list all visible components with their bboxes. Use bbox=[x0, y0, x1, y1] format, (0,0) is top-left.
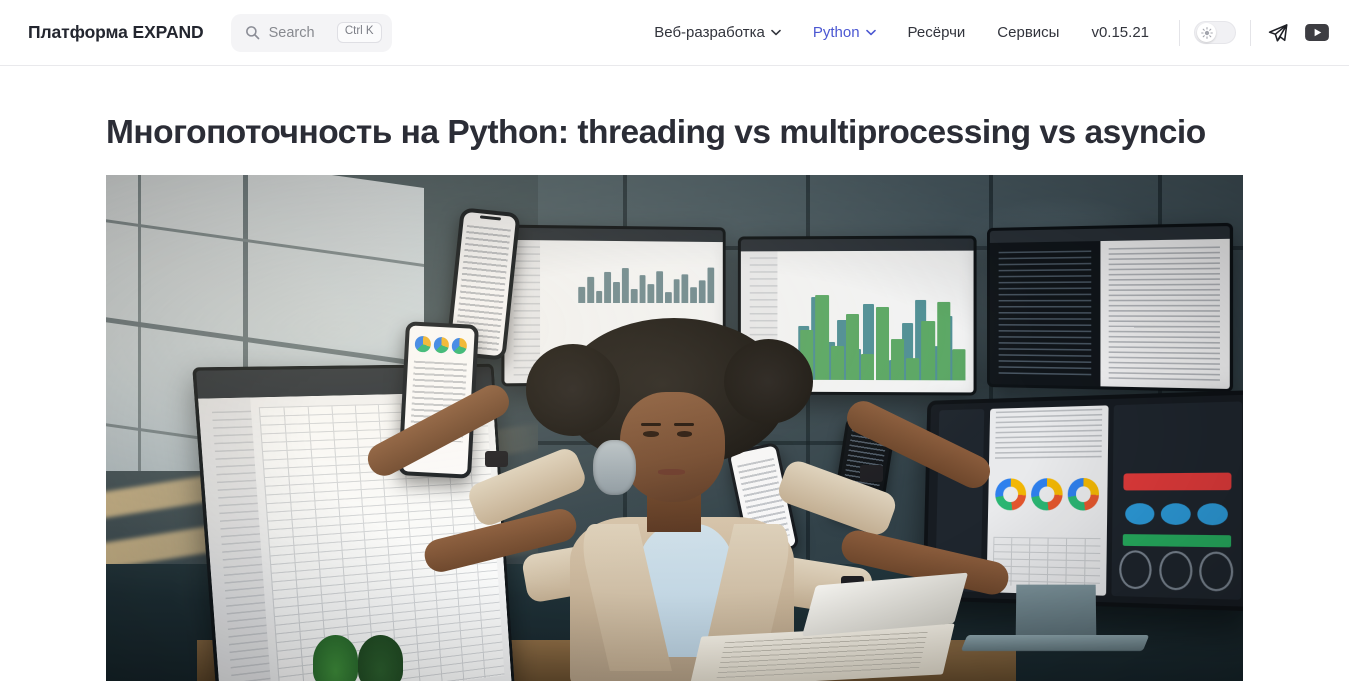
monitor-stand bbox=[1015, 584, 1096, 641]
header-divider-2 bbox=[1250, 19, 1251, 46]
nav-item-label: Ресёрчи bbox=[907, 24, 966, 41]
nav-item-python[interactable]: Python bbox=[797, 25, 892, 40]
chart-panel-top bbox=[778, 251, 974, 381]
screen-body bbox=[990, 239, 1230, 389]
progress-bar bbox=[1121, 534, 1231, 548]
lips bbox=[657, 469, 685, 475]
page-title: Многопоточность на Python: threading vs … bbox=[106, 114, 1206, 151]
article-hero-image bbox=[106, 174, 1243, 681]
theme-toggle-knob bbox=[1197, 23, 1216, 42]
smartwatch bbox=[484, 450, 509, 468]
face bbox=[620, 391, 725, 503]
telegram-icon[interactable] bbox=[1267, 22, 1289, 44]
content-container: Многопоточность на Python: threading vs … bbox=[106, 66, 1243, 681]
window-titlebar bbox=[740, 238, 974, 252]
donut-charts bbox=[414, 335, 468, 355]
nav-item-services[interactable]: Сервисы bbox=[981, 25, 1075, 40]
headphone bbox=[593, 439, 636, 495]
monitor-base bbox=[961, 635, 1150, 652]
phone-notch bbox=[479, 215, 501, 221]
version-label: v0.15.21 bbox=[1091, 24, 1149, 41]
eye bbox=[676, 431, 693, 437]
eye bbox=[643, 431, 659, 437]
hero-illustration bbox=[106, 174, 1243, 681]
smartwatch bbox=[859, 465, 884, 482]
nav-item-web-development[interactable]: Веб-разработка bbox=[638, 25, 797, 40]
chart-panel-bottom bbox=[778, 251, 974, 381]
data-rows bbox=[994, 408, 1102, 460]
main-navigation: Веб-разработка Python Ресёрчи Сервисы v0… bbox=[638, 19, 1329, 46]
chart-panel-top bbox=[572, 243, 719, 308]
eyebrow bbox=[641, 422, 661, 426]
bar-chart bbox=[577, 263, 714, 304]
theme-toggle[interactable] bbox=[1194, 21, 1236, 44]
alert-button bbox=[1122, 471, 1231, 491]
search-icon bbox=[245, 26, 259, 40]
site-logo[interactable]: Платформа EXPAND bbox=[28, 22, 204, 43]
status-icons bbox=[1124, 503, 1228, 526]
eyebrow bbox=[674, 422, 695, 426]
main-content: Многопоточность на Python: threading vs … bbox=[0, 66, 1349, 681]
site-header: Платформа EXPAND Search Ctrl K Веб-разра… bbox=[0, 0, 1349, 66]
nav-item-research[interactable]: Ресёрчи bbox=[892, 25, 982, 40]
nav-item-label: Python bbox=[812, 24, 860, 41]
search-placeholder: Search bbox=[268, 24, 315, 41]
social-links bbox=[1265, 22, 1329, 44]
dashboard-right-column bbox=[1111, 400, 1242, 600]
chevron-down-icon bbox=[865, 29, 876, 36]
window-mullion bbox=[106, 216, 425, 268]
youtube-icon[interactable] bbox=[1305, 24, 1329, 41]
document-pane bbox=[1100, 239, 1230, 389]
gauge-row bbox=[1118, 549, 1234, 592]
code-pane bbox=[990, 241, 1101, 387]
monitor-code-editor bbox=[987, 223, 1233, 393]
donut-charts bbox=[994, 465, 1100, 522]
nav-item-label: Сервисы bbox=[997, 24, 1060, 41]
desk-plant bbox=[311, 635, 413, 681]
header-divider-1 bbox=[1179, 19, 1180, 46]
search-shortcut-badge: Ctrl K bbox=[336, 22, 382, 43]
chevron-down-icon bbox=[771, 29, 781, 36]
sun-icon bbox=[1200, 26, 1213, 39]
nav-item-label: Веб-разработка bbox=[654, 24, 765, 41]
search-input[interactable]: Search Ctrl K bbox=[230, 13, 392, 52]
